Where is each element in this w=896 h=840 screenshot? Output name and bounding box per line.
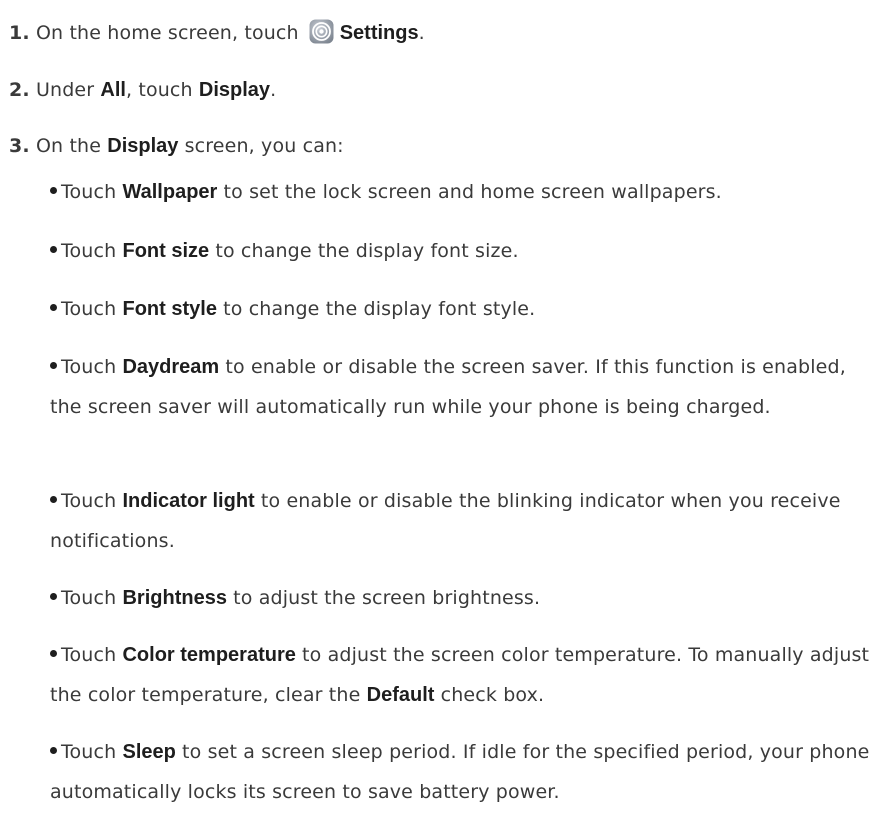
bullet-dot [50, 187, 57, 194]
step-2: 2. Under All, touch Display. [9, 79, 277, 101]
display-label: Display [198, 79, 271, 101]
settings-label: Settings [339, 22, 419, 44]
bullet-dot [50, 496, 57, 503]
step-text: On the home screen, touch [35, 22, 299, 44]
step-number: 3. [9, 135, 30, 157]
step-3: 3. On the Display screen, you can: [9, 135, 344, 157]
bullet-dot [50, 362, 57, 369]
bullet-dot [50, 246, 57, 253]
bullet-dot [50, 747, 57, 754]
step-number: 2. [9, 79, 30, 101]
bullet-brightness: Touch Brightness to adjust the screen br… [50, 578, 870, 618]
bullet-font-style: Touch Font style to change the display f… [50, 289, 870, 329]
bullet-font-size: Touch Font size to change the display fo… [50, 231, 870, 271]
step-number: 1. [9, 22, 30, 44]
bullet-wallpaper: Touch Wallpaper to set the lock screen a… [50, 172, 870, 212]
settings-gear-icon [309, 19, 334, 44]
bullet-color-temperature: Touch Color temperature to adjust the sc… [50, 644, 870, 706]
bullet-dot [50, 650, 57, 657]
bullet-dot [50, 304, 57, 311]
bullet-sleep: Touch Sleep to set a screen sleep period… [50, 741, 870, 803]
step-1: 1. On the home screen, touch Settings. [9, 19, 425, 45]
bullet-daydream: Touch Daydream to enable or disable the … [50, 356, 846, 418]
display-label: Display [107, 135, 179, 157]
all-label: All [100, 79, 126, 101]
bullet-dot [50, 593, 57, 600]
bullet-indicator-light: Touch Indicator light to enable or disab… [50, 490, 841, 552]
